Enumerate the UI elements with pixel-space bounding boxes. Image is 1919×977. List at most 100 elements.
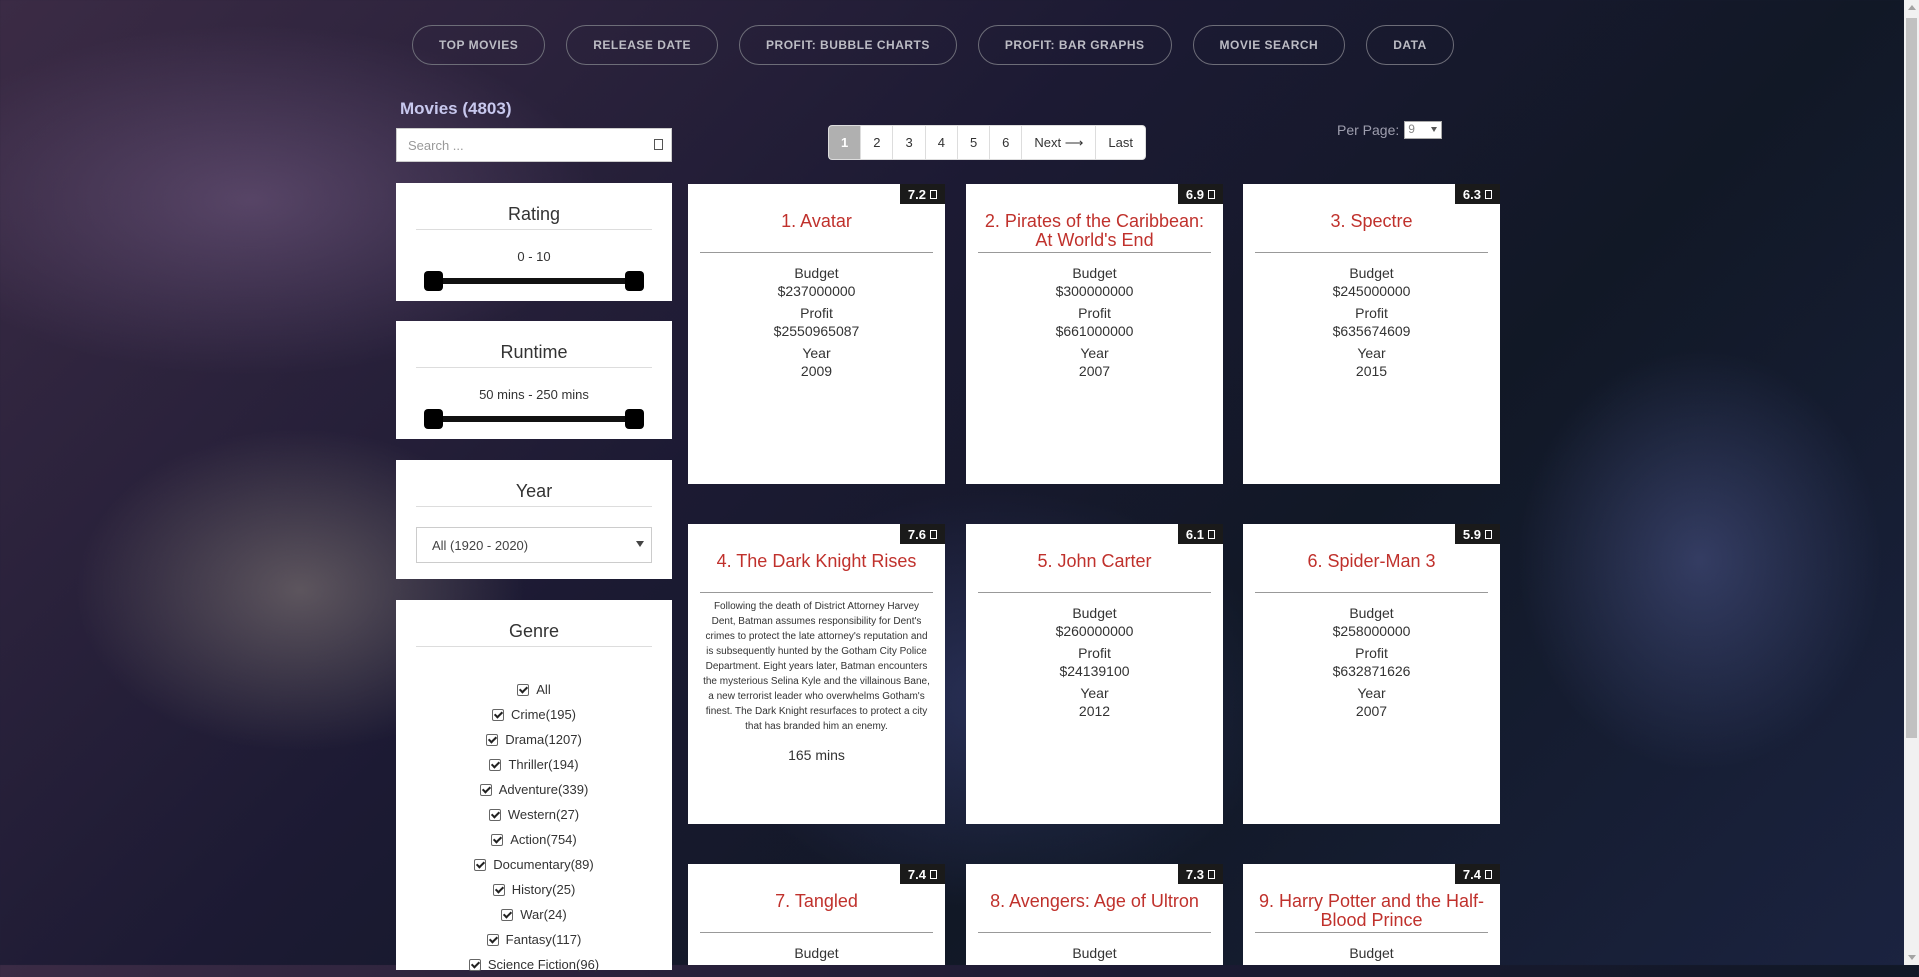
rating-slider-min-handle[interactable]: [424, 271, 443, 291]
budget-label: Budget: [794, 265, 839, 281]
nav-profit-bar-graphs-button[interactable]: PROFIT: BAR GRAPHS: [977, 25, 1172, 65]
rating-value: 7.4: [907, 866, 926, 882]
genre-checkbox-item[interactable]: Fantasy(117): [396, 927, 672, 952]
rating-badge: 5.9: [1454, 524, 1500, 544]
year-label: Year: [1357, 345, 1386, 361]
rating-range-label: 0 - 10: [517, 249, 551, 264]
budget-label: Budget: [1349, 265, 1394, 281]
search-input[interactable]: [397, 129, 640, 161]
budget-value: $237000000: [777, 283, 856, 299]
movie-card[interactable]: 7.6 4. The Dark Knight Rises Following t…: [688, 524, 945, 824]
page-3-button[interactable]: 3: [893, 126, 926, 159]
rating-filter-title: Rating: [416, 204, 652, 230]
genre-checkbox-item[interactable]: Western(27): [396, 802, 672, 827]
profit-value: $632871626: [1332, 663, 1411, 679]
movie-card[interactable]: 7.3 8. Avengers: Age of Ultron Budget: [966, 864, 1223, 965]
rating-value: 6.1: [1185, 526, 1204, 542]
genre-label: Adventure(339): [498, 782, 589, 797]
movies-count-heading: Movies (4803): [400, 99, 512, 118]
checkbox-checked-icon[interactable]: [486, 733, 499, 746]
rating-icon: [1208, 189, 1215, 199]
page-scrollbar[interactable]: [1904, 0, 1919, 965]
checkbox-checked-icon[interactable]: [479, 783, 492, 796]
runtime-slider-max-handle[interactable]: [625, 409, 644, 429]
rating-slider[interactable]: [424, 271, 644, 291]
card-divider: [1255, 252, 1488, 253]
movie-title[interactable]: 7. Tangled: [688, 892, 945, 932]
checkbox-checked-icon[interactable]: [474, 858, 487, 871]
year-select[interactable]: All (1920 - 2020): [416, 527, 652, 563]
genre-label: History(25): [511, 882, 576, 897]
per-page-select[interactable]: 9: [1404, 121, 1443, 139]
page-6-button[interactable]: 6: [990, 126, 1023, 159]
genre-label: All: [536, 682, 551, 697]
nav-top-movies-button[interactable]: TOP MOVIES: [412, 25, 546, 65]
genre-checkbox-item[interactable]: War(24): [396, 902, 672, 927]
nav-data-button[interactable]: DATA: [1366, 25, 1454, 65]
profit-label: Profit: [1078, 645, 1111, 661]
scroll-down-icon[interactable]: [1908, 955, 1916, 960]
movie-card[interactable]: 6.1 5. John Carter Budget $260000000 Pro…: [966, 524, 1223, 824]
rating-icon: [930, 869, 937, 879]
runtime-filter-title: Runtime: [416, 342, 652, 368]
movie-title[interactable]: 8. Avengers: Age of Ultron: [966, 892, 1223, 932]
genre-label: Crime(195): [510, 707, 576, 722]
checkbox-checked-icon[interactable]: [491, 833, 504, 846]
movie-title[interactable]: 1. Avatar: [688, 212, 945, 252]
genre-list: All Crime(195) Drama(1207) Thriller(194)…: [396, 677, 672, 977]
genre-checkbox-item[interactable]: Action(754): [396, 827, 672, 852]
page-2-button[interactable]: 2: [861, 126, 894, 159]
genre-checkbox-item[interactable]: All: [396, 677, 672, 702]
search-icon[interactable]: [654, 139, 663, 150]
movie-card[interactable]: 6.3 3. Spectre Budget $245000000 Profit …: [1243, 184, 1500, 484]
last-page-button[interactable]: Last: [1096, 126, 1145, 159]
year-label: Year: [802, 345, 831, 361]
genre-checkbox-item[interactable]: Documentary(89): [396, 852, 672, 877]
runtime-slider[interactable]: [424, 409, 644, 429]
genre-checkbox-item[interactable]: Crime(195): [396, 702, 672, 727]
page-5-button[interactable]: 5: [958, 126, 991, 159]
movie-card[interactable]: 5.9 6. Spider-Man 3 Budget $258000000 Pr…: [1243, 524, 1500, 824]
per-page-value: 9: [1408, 122, 1415, 136]
movie-title[interactable]: 3. Spectre: [1243, 212, 1500, 252]
movie-title[interactable]: 4. The Dark Knight Rises: [688, 552, 945, 592]
genre-checkbox-item[interactable]: Drama(1207): [396, 727, 672, 752]
checkbox-checked-icon[interactable]: [501, 908, 514, 921]
nav-movie-search-button[interactable]: MOVIE SEARCH: [1192, 25, 1346, 65]
budget-value: $245000000: [1332, 283, 1411, 299]
nav-profit-bubble-charts-button[interactable]: PROFIT: BUBBLE CHARTS: [739, 25, 957, 65]
rating-value: 6.3: [1462, 186, 1481, 202]
rating-slider-max-handle[interactable]: [625, 271, 644, 291]
checkbox-checked-icon[interactable]: [491, 708, 504, 721]
checkbox-checked-icon[interactable]: [489, 758, 502, 771]
runtime-slider-min-handle[interactable]: [424, 409, 443, 429]
movie-title[interactable]: 5. John Carter: [966, 552, 1223, 592]
card-divider: [978, 592, 1211, 593]
checkbox-checked-icon[interactable]: [492, 883, 505, 896]
movie-card[interactable]: 6.9 2. Pirates of the Caribbean: At Worl…: [966, 184, 1223, 484]
scroll-up-icon[interactable]: [1908, 5, 1916, 10]
movie-card[interactable]: 7.4 7. Tangled Budget: [688, 864, 945, 965]
page-4-button[interactable]: 4: [926, 126, 958, 159]
genre-filter-panel: Genre All Crime(195) Drama(1207) Thrille…: [396, 600, 672, 972]
movie-title[interactable]: 6. Spider-Man 3: [1243, 552, 1500, 592]
nav-release-date-button[interactable]: RELEASE DATE: [566, 25, 719, 65]
movie-card[interactable]: 7.4 9. Harry Potter and the Half-Blood P…: [1243, 864, 1500, 965]
scrollbar-thumb[interactable]: [1906, 18, 1917, 738]
rating-icon: [930, 529, 937, 539]
movie-title[interactable]: 2. Pirates of the Caribbean: At World's …: [966, 212, 1223, 252]
next-page-button[interactable]: Next ⟶: [1022, 126, 1097, 159]
rating-value: 5.9: [1462, 526, 1481, 542]
movie-overview: Following the death of District Attorney…: [703, 601, 930, 732]
genre-checkbox-item[interactable]: History(25): [396, 877, 672, 902]
genre-checkbox-item[interactable]: Adventure(339): [396, 777, 672, 802]
checkbox-checked-icon[interactable]: [517, 683, 530, 696]
checkbox-checked-icon[interactable]: [488, 808, 501, 821]
profit-label: Profit: [1078, 305, 1111, 321]
movie-card[interactable]: 7.2 1. Avatar Budget $237000000 Profit $…: [688, 184, 945, 484]
checkbox-checked-icon[interactable]: [486, 933, 499, 946]
per-page-label: Per Page:: [1337, 122, 1400, 138]
genre-checkbox-item[interactable]: Thriller(194): [396, 752, 672, 777]
movie-title[interactable]: 9. Harry Potter and the Half-Blood Princ…: [1243, 892, 1500, 932]
page-1-button[interactable]: 1: [829, 126, 862, 159]
